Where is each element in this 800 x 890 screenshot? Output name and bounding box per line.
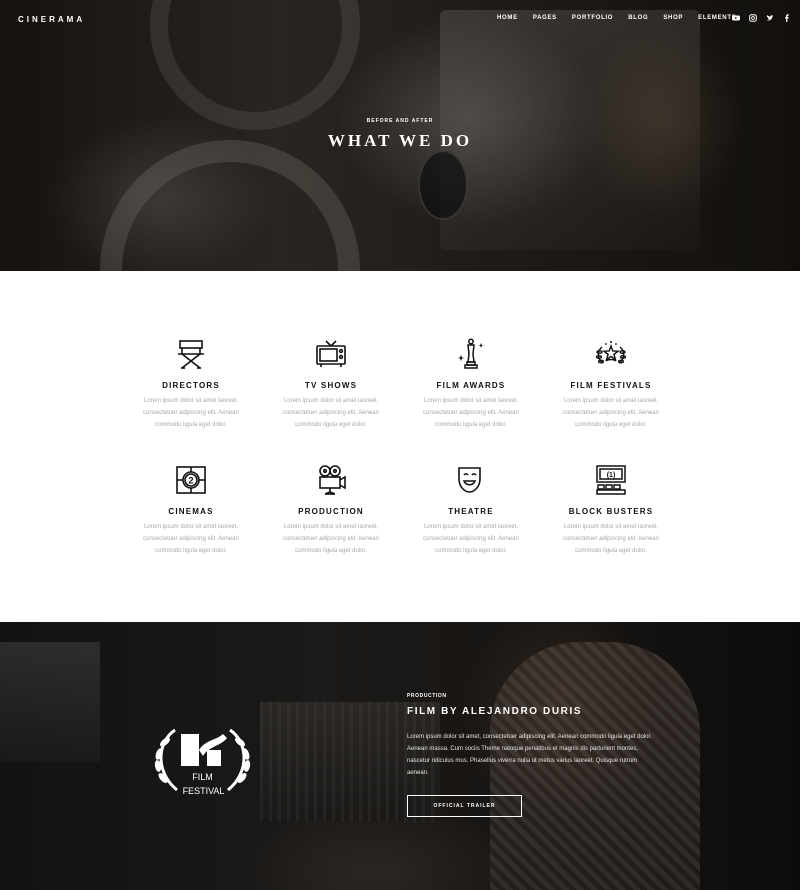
- film-countdown-icon: 2: [176, 466, 206, 494]
- service-title: BLOCK BUSTERS: [568, 507, 654, 516]
- tv-icon: [316, 340, 346, 367]
- nav-shop[interactable]: SHOP: [663, 15, 683, 21]
- service-tv-shows[interactable]: TV SHOWS Lorem ipsum dolor sit amet laor…: [268, 337, 394, 431]
- twitter-icon[interactable]: [766, 14, 774, 25]
- service-directors[interactable]: DIRECTORS Lorem ipsum dolor sit amet lao…: [128, 337, 254, 431]
- facebook-icon[interactable]: [783, 14, 791, 25]
- svg-text:2: 2: [188, 476, 193, 486]
- svg-text:(1): (1): [607, 472, 616, 479]
- social-links: [732, 14, 791, 25]
- service-theatre[interactable]: THEATRE Lorem ipsum dolor sit amet laore…: [408, 463, 534, 557]
- service-description: Lorem ipsum dolor sit amet laoreet, cons…: [563, 398, 659, 428]
- service-block-busters[interactable]: (1) BLOCK BUSTERS Lorem ipsum dolor sit …: [548, 463, 674, 557]
- nav-elements[interactable]: ELEMENTS: [698, 15, 736, 21]
- main-nav: HOME PAGES PORTFOLIO BLOG SHOP ELEMENTS: [497, 15, 751, 21]
- badge-film-label: FILM: [192, 772, 213, 782]
- nav-portfolio[interactable]: PORTFOLIO: [572, 15, 613, 21]
- service-film-festivals[interactable]: FILM FESTIVALS Lorem ipsum dolor sit ame…: [548, 337, 674, 431]
- service-description: Lorem ipsum dolor sit amet laoreet, cons…: [563, 524, 659, 554]
- service-description: Lorem ipsum dolor sit amet laoreet, cons…: [283, 524, 379, 554]
- nav-home[interactable]: HOME: [497, 15, 518, 21]
- instagram-icon[interactable]: [749, 14, 757, 25]
- service-description: Lorem ipsum dolor sit amet laoreet, cons…: [143, 524, 239, 554]
- official-trailer-button[interactable]: OFFICIAL TRAILER: [407, 795, 522, 817]
- cinema-screen-seats-icon: (1): [596, 465, 626, 495]
- badge-festival-label: FESTIVAL: [182, 786, 225, 796]
- nav-pages[interactable]: PAGES: [533, 15, 557, 21]
- service-description: Lorem ipsum dolor sit amet laoreet, cons…: [423, 524, 519, 554]
- service-title: FILM AWARDS: [436, 381, 506, 390]
- production-subtitle: PRODUCTION: [407, 693, 447, 699]
- service-production[interactable]: PRODUCTION Lorem ipsum dolor sit amet la…: [268, 463, 394, 557]
- hero-title: WHAT WE DO: [327, 131, 473, 150]
- service-description: Lorem ipsum dolor sit amet laoreet, cons…: [283, 398, 379, 428]
- production-description: Lorem ipsum dolor sit amet, consectetuer…: [407, 734, 652, 776]
- service-title: THEATRE: [448, 507, 494, 516]
- movie-camera-icon: [319, 465, 346, 495]
- service-description: Lorem ipsum dolor sit amet laoreet, cons…: [423, 398, 519, 428]
- service-title: PRODUCTION: [298, 507, 364, 516]
- theatre-masks-icon: [458, 467, 481, 493]
- youtube-icon[interactable]: [732, 14, 740, 25]
- service-description: Lorem ipsum dolor sit amet laoreet, cons…: [143, 398, 239, 428]
- production-section: [0, 622, 800, 890]
- service-title: CINEMAS: [168, 507, 214, 516]
- service-film-awards[interactable]: FILM AWARDS Lorem ipsum dolor sit amet l…: [408, 337, 534, 431]
- laurel-star-icon: [595, 341, 627, 364]
- service-cinemas[interactable]: 2 CINEMAS Lorem ipsum dolor sit amet lao…: [128, 463, 254, 557]
- oscar-statue-icon: [457, 338, 484, 369]
- services-section: DIRECTORS Lorem ipsum dolor sit amet lao…: [0, 271, 800, 622]
- service-title: TV SHOWS: [304, 381, 358, 390]
- production-title: FILM BY ALEJANDRO DURIS: [407, 706, 583, 717]
- nav-blog[interactable]: BLOG: [628, 15, 648, 21]
- service-title: FILM FESTIVALS: [570, 381, 652, 390]
- directors-chair-icon: [178, 340, 204, 369]
- hero-subtitle: BEFORE AND AFTER: [366, 118, 434, 124]
- site-logo[interactable]: CINERAMA: [18, 15, 85, 24]
- service-title: DIRECTORS: [162, 381, 220, 390]
